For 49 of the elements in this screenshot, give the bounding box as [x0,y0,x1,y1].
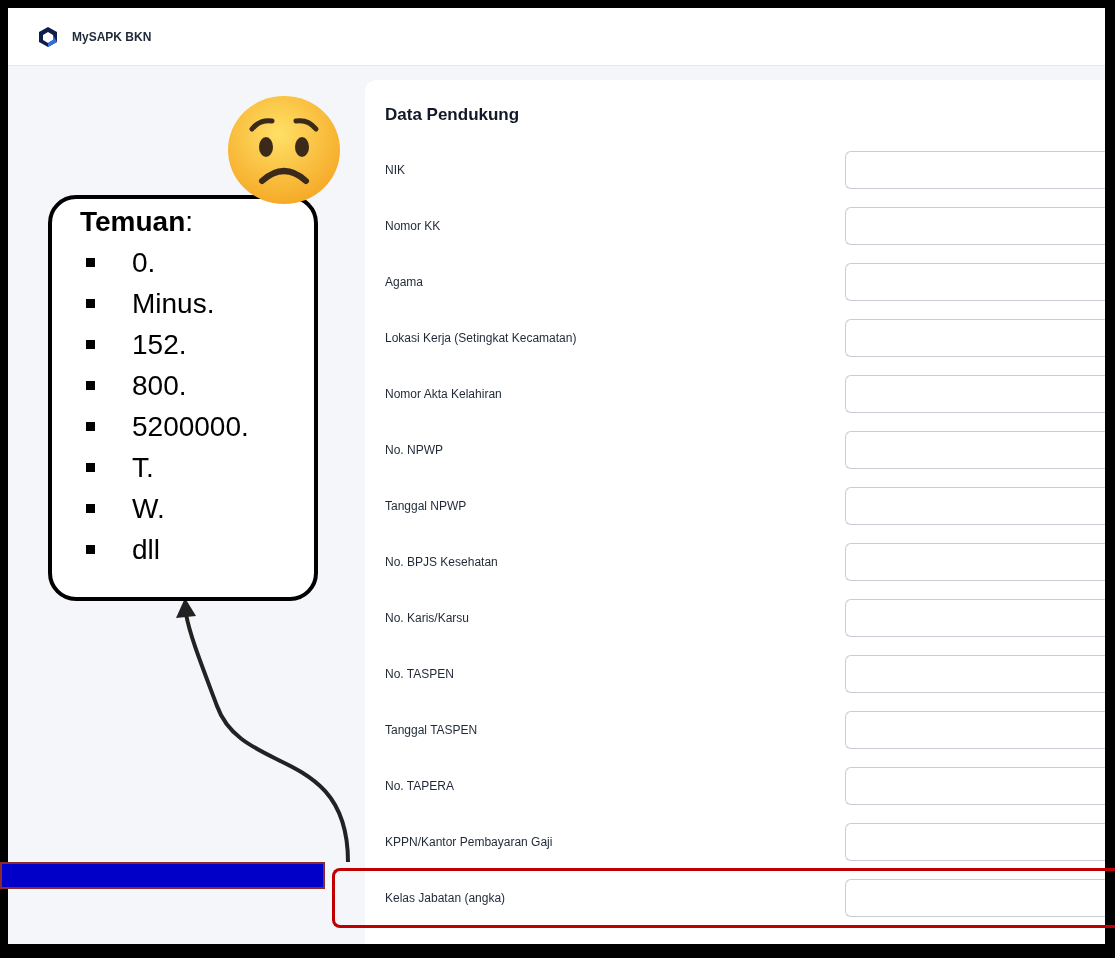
field-label: Kelas Jabatan (angka) [385,890,507,907]
input-field[interactable] [845,375,1105,413]
bullet-icon [86,299,95,308]
input-field[interactable] [845,655,1105,693]
bullet-icon [86,258,95,267]
bullet-icon [86,340,95,349]
callout-item: 152. [132,327,187,362]
field-label: No. NPWP [385,442,444,459]
form-title: Data Pendukung [385,104,521,126]
callout-heading: Temuan: [80,205,195,239]
field-label: No. TAPERA [385,778,455,795]
field-label: No. Karis/Karsu [385,610,471,627]
worried-face-icon [226,95,342,205]
logo-icon [38,25,58,48]
input-field[interactable] [845,711,1105,749]
field-label: Tanggal TASPEN [385,722,479,739]
input-field[interactable] [845,879,1105,917]
callout-item: 0. [132,245,156,280]
bullet-icon [86,463,95,472]
callout-item: Minus. [132,286,215,321]
callout-item: 800. [132,368,187,403]
callout-item: T. [132,450,154,485]
field-label: No. BPJS Kesehatan [385,554,499,571]
bullet-icon [86,422,95,431]
input-field[interactable] [845,767,1105,805]
callout-item: dll [132,532,160,567]
field-label: No. TASPEN [385,666,455,683]
input-field[interactable] [845,151,1105,189]
input-field[interactable] [845,823,1105,861]
input-field[interactable] [845,487,1105,525]
bullet-icon [86,545,95,554]
field-label: KPPN/Kantor Pembayaran Gaji [385,834,554,851]
field-label: NIK [385,162,406,179]
field-label: Nomor Akta Kelahiran [385,386,503,403]
input-field[interactable] [845,543,1105,581]
field-label: Tanggal NPWP [385,498,468,515]
field-label: Agama [385,274,425,291]
app-title: MySAPK BKN [72,28,152,46]
bullet-icon [86,504,95,513]
input-field[interactable] [845,431,1105,469]
field-label: Lokasi Kerja (Setingkat Kecamatan) [385,330,578,347]
input-field[interactable] [845,263,1105,301]
input-field[interactable] [845,319,1105,357]
field-label: Nomor KK [385,218,442,235]
callout-item: 5200000. [132,409,249,444]
bullet-icon [86,381,95,390]
input-field[interactable] [845,207,1105,245]
input-field[interactable] [845,599,1105,637]
callout-item: W. [132,491,165,526]
